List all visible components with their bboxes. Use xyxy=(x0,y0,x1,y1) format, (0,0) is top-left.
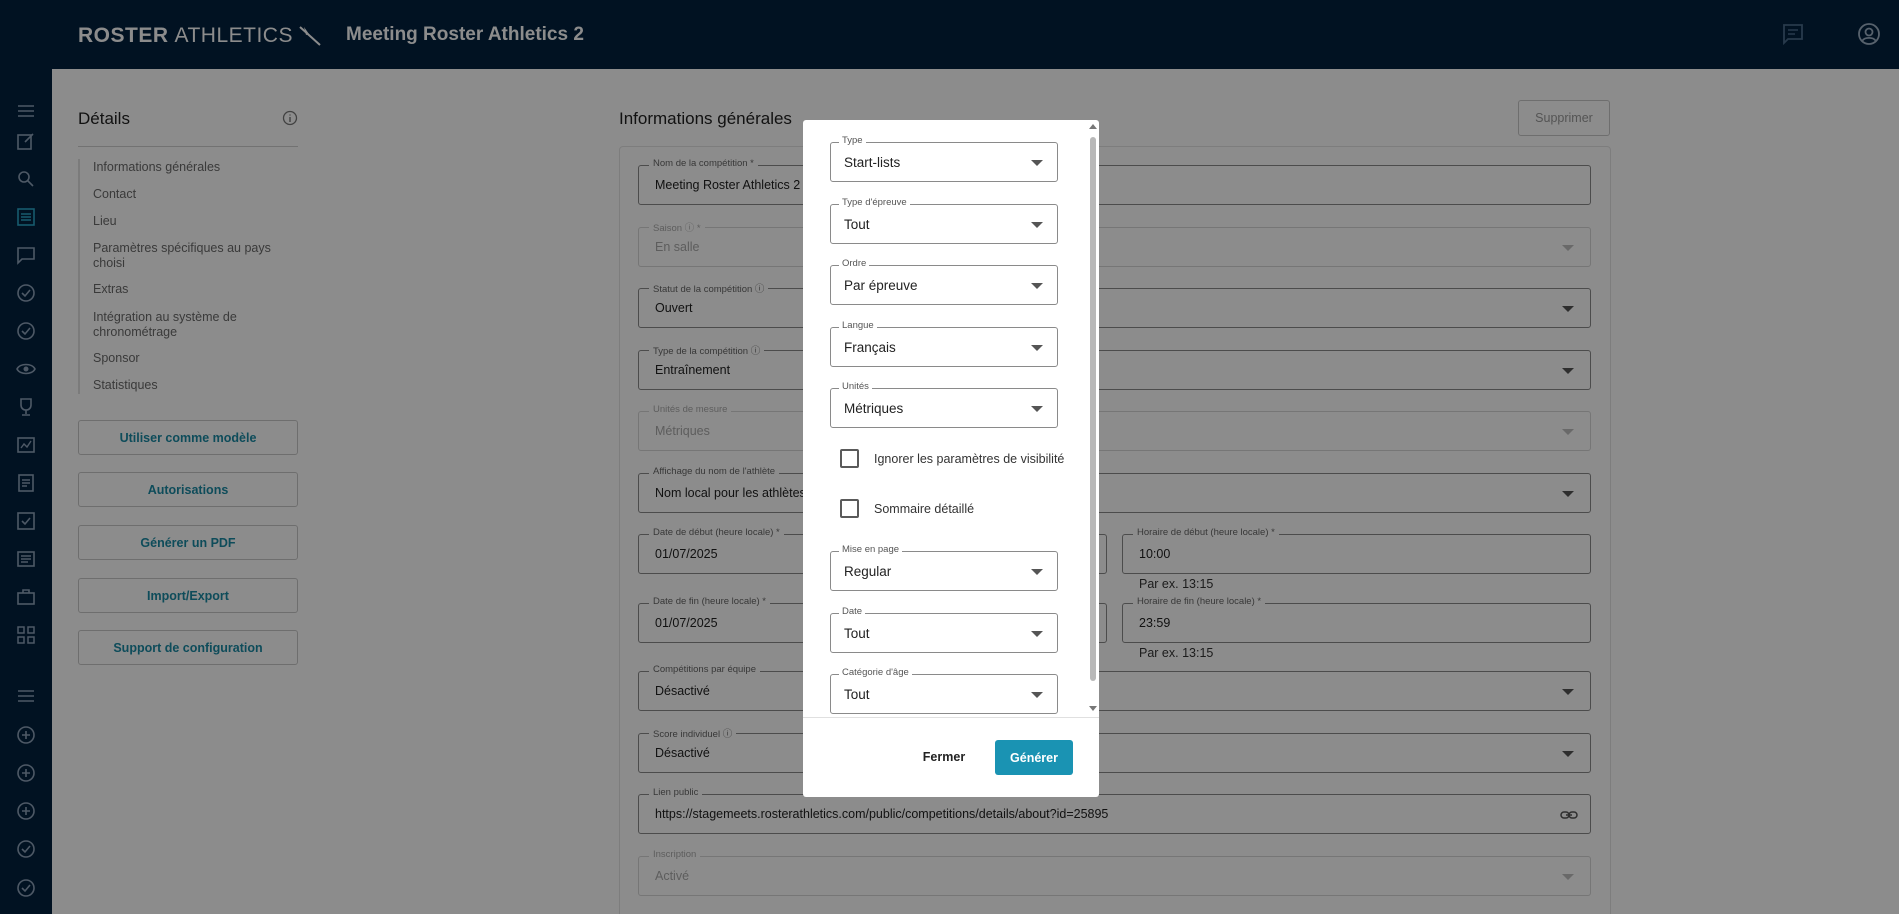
field-label: Catégorie d'âge xyxy=(839,667,912,678)
type-select[interactable]: Type Start-lists xyxy=(830,135,1058,182)
field-label: Date xyxy=(839,606,866,617)
field-value: Regular xyxy=(844,564,892,579)
checkbox-label: Ignorer les paramètres de visibilité xyxy=(874,451,1065,466)
date-select[interactable]: Date Tout xyxy=(830,606,1058,653)
field-value: Tout xyxy=(844,217,870,232)
order-select[interactable]: Ordre Par épreuve xyxy=(830,258,1058,305)
checkbox-box[interactable] xyxy=(840,499,859,518)
dropdown-arrow-icon xyxy=(1031,631,1043,637)
field-label: Ordre xyxy=(839,258,870,269)
dropdown-arrow-icon xyxy=(1031,160,1043,166)
field-value: Par épreuve xyxy=(844,278,918,293)
field-label: Mise en page xyxy=(839,544,903,555)
layout-select[interactable]: Mise en page Regular xyxy=(830,544,1058,591)
scroll-up-arrow-icon[interactable] xyxy=(1089,124,1097,129)
generate-document-dialog: Type Start-lists Type d'épreuve Tout Ord… xyxy=(803,120,1099,797)
scrollbar-thumb[interactable] xyxy=(1090,137,1096,681)
generate-button[interactable]: Générer xyxy=(995,740,1073,775)
field-value: Métriques xyxy=(844,401,904,416)
detailed-summary-checkbox[interactable]: Sommaire détaillé xyxy=(840,499,974,518)
language-select[interactable]: Langue Français xyxy=(830,320,1058,367)
field-value: Tout xyxy=(844,626,870,641)
dropdown-arrow-icon xyxy=(1031,692,1043,698)
checkbox-label: Sommaire détaillé xyxy=(874,501,975,516)
footer-divider xyxy=(803,717,1099,718)
close-button[interactable]: Fermer xyxy=(916,740,972,774)
field-value: Français xyxy=(844,340,896,355)
field-label: Type d'épreuve xyxy=(839,197,910,208)
scroll-down-arrow-icon[interactable] xyxy=(1089,706,1097,711)
field-label: Langue xyxy=(839,320,877,331)
dropdown-arrow-icon xyxy=(1031,406,1043,412)
dropdown-arrow-icon xyxy=(1031,345,1043,351)
dropdown-arrow-icon xyxy=(1031,283,1043,289)
event-type-select[interactable]: Type d'épreuve Tout xyxy=(830,197,1058,244)
units-select[interactable]: Unités Métriques xyxy=(830,381,1058,428)
ignore-visibility-checkbox[interactable]: Ignorer les paramètres de visibilité xyxy=(840,449,1064,468)
checkbox-box[interactable] xyxy=(840,449,859,468)
field-label: Type xyxy=(839,135,866,146)
age-category-select[interactable]: Catégorie d'âge Tout xyxy=(830,667,1058,714)
field-label: Unités xyxy=(839,381,872,392)
field-value: Start-lists xyxy=(844,155,901,170)
field-value: Tout xyxy=(844,687,870,702)
dropdown-arrow-icon xyxy=(1031,569,1043,575)
dropdown-arrow-icon xyxy=(1031,222,1043,228)
